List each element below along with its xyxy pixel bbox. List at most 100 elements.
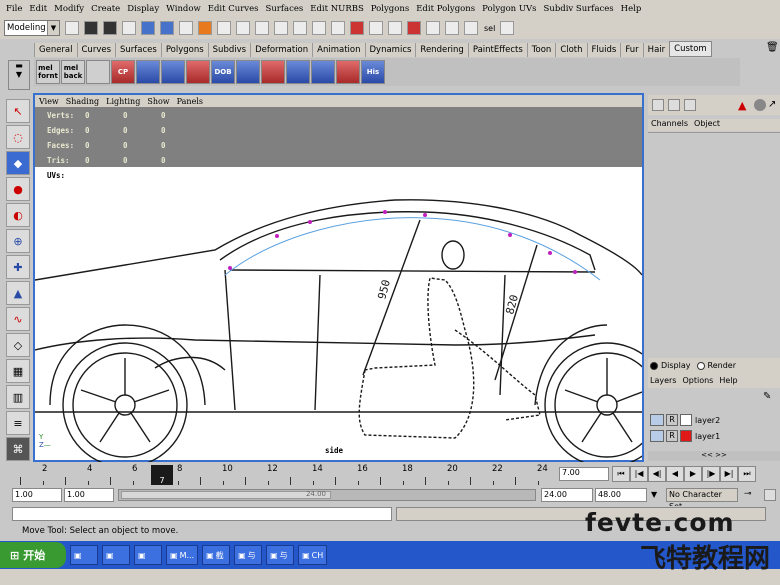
menu-help[interactable]: Help — [621, 4, 642, 14]
paint-select-icon[interactable]: ◆ — [6, 151, 30, 175]
viewport-menu-shading[interactable]: Shading — [66, 97, 99, 106]
shelf-tab-curves[interactable]: Curves — [76, 43, 116, 57]
shelf-button[interactable] — [236, 60, 260, 84]
play-forward-icon[interactable]: ▶ — [684, 466, 702, 482]
layer-menu-help[interactable]: Help — [719, 376, 737, 385]
select-hierarchy-icon[interactable] — [122, 21, 136, 35]
lasso-tool-icon[interactable]: ◌ — [6, 125, 30, 149]
snap-grid-icon[interactable] — [217, 21, 231, 35]
curve-tool-icon[interactable]: ∿ — [6, 307, 30, 331]
menu-edit-nurbs[interactable]: Edit NURBS — [310, 4, 364, 14]
single-pane-layout-icon[interactable]: ◇ — [6, 333, 30, 357]
shelf-button[interactable]: mel fornt — [36, 60, 60, 84]
menu-surfaces[interactable]: Surfaces — [266, 4, 304, 14]
new-scene-icon[interactable] — [65, 21, 79, 35]
help-icon[interactable] — [312, 21, 326, 35]
rotate-tool-icon[interactable]: ◐ — [6, 203, 30, 227]
menu-edit-curves[interactable]: Edit Curves — [208, 4, 259, 14]
current-frame-marker[interactable]: 7 — [151, 465, 173, 485]
layer-row[interactable]: Rlayer2 — [648, 413, 770, 427]
shelf-tab-general[interactable]: General — [34, 43, 77, 57]
range-slider-track[interactable]: 24.00 — [118, 489, 536, 501]
mask-menu-icon[interactable] — [179, 21, 193, 35]
trash-icon[interactable]: 🗑 — [766, 42, 779, 54]
magnet-icon[interactable] — [407, 21, 421, 35]
shelf-button[interactable] — [311, 60, 335, 84]
layer-color-swatch[interactable] — [680, 430, 692, 442]
goto-end-icon[interactable]: ⏭ — [738, 466, 756, 482]
chevron-down-icon[interactable]: ▼ — [47, 21, 59, 35]
start-time-field[interactable]: 1.00 — [12, 488, 62, 502]
shelf-tab-subdivs[interactable]: Subdivs — [207, 43, 251, 57]
shelf-tab-cloth[interactable]: Cloth — [555, 43, 587, 57]
menu-display[interactable]: Display — [127, 4, 159, 14]
render-settings-icon[interactable] — [464, 21, 478, 35]
show-attribute-editor-icon[interactable] — [500, 21, 515, 35]
shelf-button[interactable] — [286, 60, 310, 84]
taskbar-item[interactable]: ▣ — [102, 545, 130, 565]
shelf-tab-fur[interactable]: Fur — [620, 43, 643, 57]
select-component-icon[interactable] — [160, 21, 174, 35]
layer-row[interactable]: Rlayer1 — [648, 429, 770, 443]
shelf-button[interactable] — [336, 60, 360, 84]
shelf-tab-deformation[interactable]: Deformation — [250, 43, 313, 57]
mode-selector[interactable]: Modeling ▼ — [4, 20, 60, 36]
menu-create[interactable]: Create — [91, 4, 120, 14]
shelf-tab-fluids[interactable]: Fluids — [586, 43, 621, 57]
shelf-tab-surfaces[interactable]: Surfaces — [115, 43, 161, 57]
shelf-button[interactable] — [136, 60, 160, 84]
command-input[interactable] — [12, 507, 392, 521]
shelf-tab-dynamics[interactable]: Dynamics — [364, 43, 416, 57]
menu-polygon-uvs[interactable]: Polygon UVs — [482, 4, 536, 14]
step-forward-icon[interactable]: |▶ — [702, 466, 720, 482]
render-radio[interactable] — [696, 361, 705, 370]
shelf-button[interactable] — [261, 60, 285, 84]
display-radio[interactable] — [650, 361, 658, 370]
character-set-menu-icon[interactable]: ▼ — [651, 490, 657, 499]
range-slider-handle[interactable]: 24.00 — [121, 490, 331, 499]
menu-modify[interactable]: Modify — [54, 4, 84, 14]
move-tool-icon[interactable]: ● — [6, 177, 30, 201]
new-layer-icon[interactable]: ✎ — [763, 391, 779, 405]
construction-history-icon[interactable] — [331, 21, 345, 35]
hypergraph-layout-icon[interactable]: ⌘ — [6, 437, 30, 461]
scale-tool-icon[interactable]: ⊕ — [6, 229, 30, 253]
layer-render-flag[interactable]: R — [666, 414, 678, 426]
viewport-menu-show[interactable]: Show — [147, 97, 169, 106]
taskbar-item[interactable]: ▣ 与 — [234, 545, 263, 565]
shelf-tab-rendering[interactable]: Rendering — [415, 43, 468, 57]
preferences-icon[interactable] — [764, 489, 776, 501]
end-time-field[interactable]: 48.00 — [595, 488, 647, 502]
layer-menu-options[interactable]: Options — [682, 376, 713, 385]
step-back-key-icon[interactable]: |◀ — [630, 466, 648, 482]
ipr-render-icon[interactable] — [445, 21, 459, 35]
input-ops-icon[interactable] — [350, 21, 364, 35]
viewport-menu-view[interactable]: View — [39, 97, 59, 106]
layer-scroll-arrows[interactable]: << >> — [648, 451, 780, 461]
layer-editor-icon[interactable] — [668, 99, 680, 111]
snap-point-icon[interactable] — [255, 21, 269, 35]
taskbar-item[interactable]: ▣ — [134, 545, 162, 565]
shelf-menu-button[interactable]: ▬ ▼ — [8, 60, 30, 90]
viewport-menu-panels[interactable]: Panels — [177, 97, 203, 106]
render-view-icon[interactable]: ▲ — [738, 99, 750, 112]
layer-render-flag[interactable]: R — [666, 430, 678, 442]
key-icon[interactable]: ⊸ — [744, 489, 752, 499]
tool-settings-icon[interactable]: ↗ — [768, 99, 780, 111]
shelf-tab-toon[interactable]: Toon — [526, 43, 556, 57]
channel-menu-object[interactable]: Object — [694, 119, 720, 128]
layer-visibility-toggle[interactable] — [650, 414, 664, 426]
channel-box-area[interactable] — [648, 132, 780, 352]
channel-menu-channels[interactable]: Channels — [651, 119, 688, 128]
manipulator-icon[interactable]: ✚ — [6, 255, 30, 279]
taskbar-item[interactable]: ▣ M... — [166, 545, 199, 565]
hypershade-icon[interactable] — [388, 21, 402, 35]
layer-color-swatch[interactable] — [680, 414, 692, 426]
layer-visibility-toggle[interactable] — [650, 430, 664, 442]
step-forward-key-icon[interactable]: ▶| — [720, 466, 738, 482]
current-frame-field[interactable]: 7.00 — [559, 467, 609, 481]
taskbar-item[interactable]: ▣ 截 — [202, 545, 231, 565]
shelf-tab-polygons[interactable]: Polygons — [160, 43, 208, 57]
snap-curve-icon[interactable] — [236, 21, 250, 35]
open-scene-icon[interactable] — [84, 21, 98, 35]
